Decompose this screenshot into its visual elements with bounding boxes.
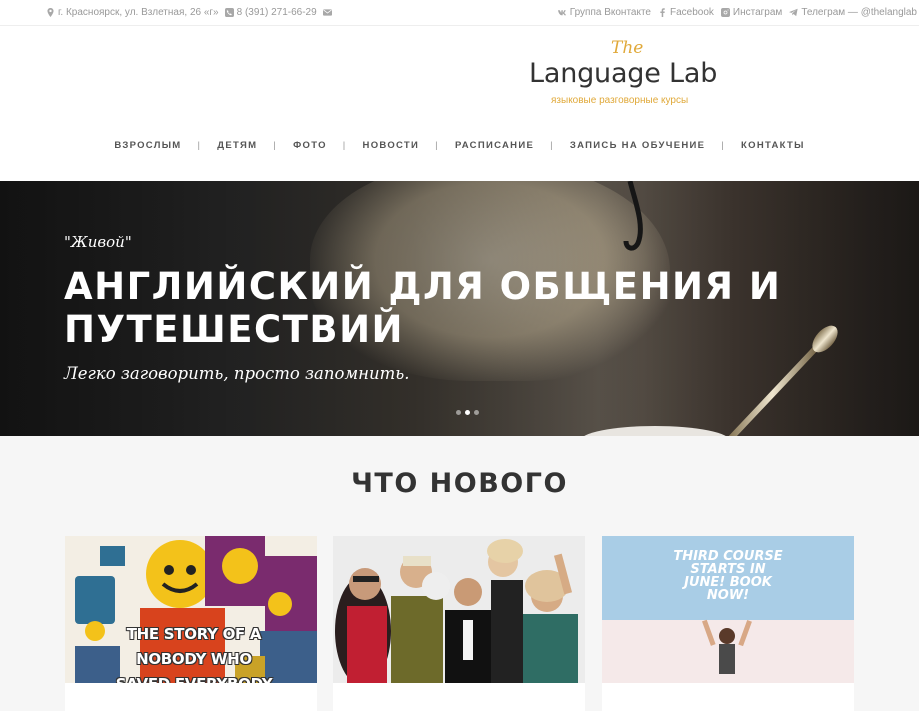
nav-item-photo[interactable]: ФОТО xyxy=(277,140,343,151)
facebook-icon xyxy=(660,8,665,17)
social-links: Группа Вконтакте Facebook Инстаграм Теле… xyxy=(557,7,917,18)
contact-info: г. Красноярск, ул. Взлетная, 26 «г» 8 (3… xyxy=(46,7,332,18)
slider-dots xyxy=(456,410,479,415)
social-facebook-label: Facebook xyxy=(670,7,714,18)
nav-item-kids[interactable]: ДЕТЯМ xyxy=(201,140,273,151)
phone-icon xyxy=(224,8,234,17)
news-card-image: THE STORY OF A NOBODY WHO SAVED EVERYBOD… xyxy=(65,536,317,683)
telegram-icon xyxy=(789,8,798,17)
instagram-icon xyxy=(720,8,730,17)
social-telegram-label: Телеграм — @thelanglab xyxy=(801,7,917,18)
nav-item-schedule[interactable]: РАСПИСАНИЕ xyxy=(439,140,550,151)
envelope-icon xyxy=(322,9,332,16)
map-pin-icon xyxy=(47,8,54,17)
vk-icon xyxy=(557,10,566,16)
phone-link[interactable]: 8 (391) 271-66-29 xyxy=(224,7,317,18)
logo-name: Language Lab xyxy=(529,58,718,89)
slider-dot-1[interactable] xyxy=(456,410,461,415)
site-logo[interactable]: The Language Lab языковые разговорные ку… xyxy=(529,38,729,118)
address-text: г. Красноярск, ул. Взлетная, 26 «г» xyxy=(58,7,219,18)
slider-dot-3[interactable] xyxy=(474,410,479,415)
email-link[interactable] xyxy=(322,8,332,17)
hero-tagline: Легко заговорить, просто запомнить. xyxy=(64,364,410,383)
top-bar: г. Красноярск, ул. Взлетная, 26 «г» 8 (3… xyxy=(0,0,919,26)
site-header: The Language Lab языковые разговорные ку… xyxy=(0,26,919,181)
news-card[interactable] xyxy=(333,536,585,711)
news-card-image: THIRD COURSE STARTS IN JUNE! BOOK NOW! xyxy=(602,536,854,683)
social-instagram[interactable]: Инстаграм xyxy=(720,7,783,18)
news-card-image xyxy=(333,536,585,683)
nav-item-adults[interactable]: ВЗРОСЛЫМ xyxy=(98,140,197,151)
hero-slider[interactable]: "Живой" АНГЛИЙСКИЙ ДЛЯ ОБЩЕНИЯ И ПУТЕШЕС… xyxy=(0,181,919,436)
social-instagram-label: Инстаграм xyxy=(732,7,783,18)
nav-item-signup[interactable]: ЗАПИСЬ НА ОБУЧЕНИЕ xyxy=(554,140,721,151)
news-card[interactable]: THIRD COURSE STARTS IN JUNE! BOOK NOW! xyxy=(602,536,854,711)
nav-item-contacts[interactable]: КОНТАКТЫ xyxy=(725,140,821,151)
nav-item-news[interactable]: НОВОСТИ xyxy=(347,140,436,151)
news-card-image-text: THIRD COURSE STARTS IN JUNE! BOOK NOW! xyxy=(673,549,783,603)
logo-subtitle: языковые разговорные курсы xyxy=(551,95,689,106)
social-vk[interactable]: Группа Вконтакте xyxy=(557,7,651,18)
hero-kicker: "Живой" xyxy=(64,233,132,251)
hero-title: АНГЛИЙСКИЙ ДЛЯ ОБЩЕНИЯ И ПУТЕШЕСТВИЙ xyxy=(64,265,782,351)
social-telegram[interactable]: Телеграм — @thelanglab xyxy=(789,7,917,18)
address: г. Красноярск, ул. Взлетная, 26 «г» xyxy=(46,7,219,18)
main-nav: ВЗРОСЛЫМ | ДЕТЯМ | ФОТО | НОВОСТИ | РАСП… xyxy=(0,140,919,151)
logo-the: The xyxy=(611,38,644,58)
movie-cast-photo xyxy=(333,536,585,683)
news-card-image-text: THE STORY OF A NOBODY WHO SAVED EVERYBOD… xyxy=(116,625,273,683)
phone-text: 8 (391) 271-66-29 xyxy=(236,7,317,18)
social-vk-label: Группа Вконтакте xyxy=(569,7,651,18)
news-card[interactable]: THE STORY OF A NOBODY WHO SAVED EVERYBOD… xyxy=(65,536,317,711)
slider-dot-2[interactable] xyxy=(465,410,470,415)
social-facebook[interactable]: Facebook xyxy=(658,7,714,18)
news-section-title: ЧТО НОВОГО xyxy=(351,468,568,499)
